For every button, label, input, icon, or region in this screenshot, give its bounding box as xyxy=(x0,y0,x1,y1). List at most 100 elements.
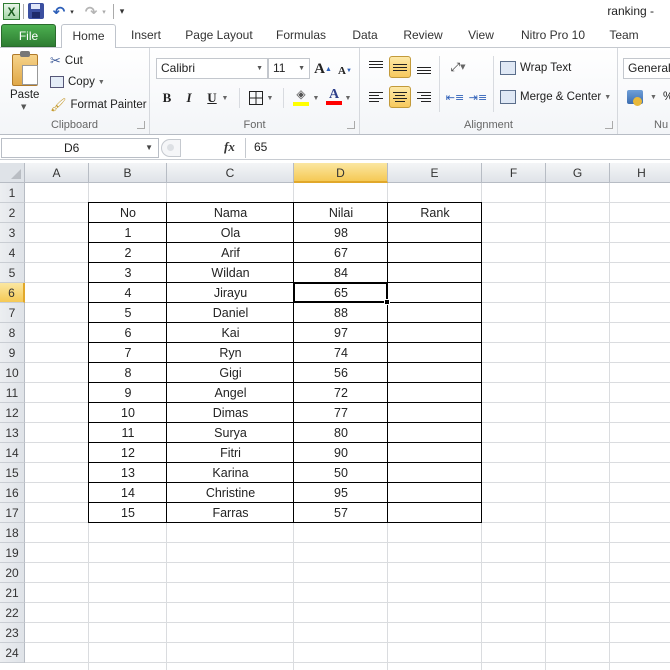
cell-rank[interactable] xyxy=(388,503,482,523)
cell-nama[interactable]: Arif xyxy=(167,243,294,263)
row-header-7[interactable]: 7 xyxy=(0,303,25,323)
row-header-21[interactable]: 21 xyxy=(0,583,25,603)
column-header-g[interactable]: G xyxy=(546,163,610,183)
cell-nilai[interactable]: 88 xyxy=(294,303,388,323)
cell-nama[interactable]: Christine xyxy=(167,483,294,503)
align-top-button[interactable] xyxy=(365,56,387,78)
bold-button[interactable]: B xyxy=(157,88,177,108)
italic-button[interactable]: I xyxy=(179,88,199,108)
column-header-a[interactable]: A xyxy=(25,163,89,183)
cell-nilai[interactable]: 50 xyxy=(294,463,388,483)
shrink-font-button[interactable]: A ▼ xyxy=(335,61,355,81)
row-header-8[interactable]: 8 xyxy=(0,323,25,343)
row-header-14[interactable]: 14 xyxy=(0,443,25,463)
cell-no[interactable]: 6 xyxy=(89,323,167,343)
cell-nama[interactable]: Surya xyxy=(167,423,294,443)
tab-team[interactable]: Team xyxy=(604,24,644,48)
cell-no[interactable]: 3 xyxy=(89,263,167,283)
merge-dropdown-icon[interactable]: ▼ xyxy=(604,94,611,101)
cell-rank[interactable] xyxy=(388,403,482,423)
fill-color-dropdown-icon[interactable]: ▼ xyxy=(311,88,321,108)
font-launcher-icon[interactable] xyxy=(347,121,355,129)
insert-function-icon[interactable]: fx xyxy=(224,139,235,155)
cell-nilai[interactable]: 77 xyxy=(294,403,388,423)
table-header-nilai[interactable]: Nilai xyxy=(294,203,388,223)
cell-rank[interactable] xyxy=(388,383,482,403)
chevron-down-icon[interactable]: ▼ xyxy=(145,139,153,157)
tab-data[interactable]: Data xyxy=(345,24,385,48)
cell-no[interactable]: 2 xyxy=(89,243,167,263)
table-header-no[interactable]: No xyxy=(89,203,167,223)
cell-nama[interactable]: Fitri xyxy=(167,443,294,463)
format-painter-button[interactable]: 🖌 Format Painter xyxy=(50,97,147,113)
copy-dropdown-icon[interactable]: ▼ xyxy=(98,79,105,86)
tab-home[interactable]: Home xyxy=(61,24,116,49)
align-middle-button[interactable] xyxy=(389,56,411,78)
row-header-12[interactable]: 12 xyxy=(0,403,25,423)
redo-icon[interactable]: ↷ xyxy=(84,3,98,21)
cell-no[interactable]: 5 xyxy=(89,303,167,323)
spreadsheet-grid[interactable]: A B C D E F G H 1 2 3 4 5 6 7 8 9 10 11 12 13 14 15 16 17 18 19 20 2… xyxy=(0,163,670,670)
row-header-4[interactable]: 4 xyxy=(0,243,25,263)
row-header-3[interactable]: 3 xyxy=(0,223,25,243)
cell-nama[interactable]: Karina xyxy=(167,463,294,483)
name-box[interactable]: D6 ▼ xyxy=(1,138,159,158)
grow-font-button[interactable]: A ▲ xyxy=(313,59,333,79)
cell-nama[interactable]: Gigi xyxy=(167,363,294,383)
cell-rank[interactable] xyxy=(388,363,482,383)
cell-nilai[interactable]: 98 xyxy=(294,223,388,243)
cell-rank[interactable] xyxy=(388,303,482,323)
cell-rank[interactable] xyxy=(388,243,482,263)
cell-rank[interactable] xyxy=(388,423,482,443)
row-header-23[interactable]: 23 xyxy=(0,623,25,643)
align-bottom-button[interactable] xyxy=(413,56,435,78)
row-header-2[interactable]: 2 xyxy=(0,203,25,223)
fill-color-button[interactable]: ◈ xyxy=(291,86,311,106)
cell-nilai[interactable]: 97 xyxy=(294,323,388,343)
row-header-1[interactable]: 1 xyxy=(0,183,25,203)
cell-nama[interactable]: Angel xyxy=(167,383,294,403)
cell-rank[interactable] xyxy=(388,443,482,463)
row-header-15[interactable]: 15 xyxy=(0,463,25,483)
row-header-18[interactable]: 18 xyxy=(0,523,25,543)
tab-review[interactable]: Review xyxy=(398,24,448,48)
cell-rank[interactable] xyxy=(388,223,482,243)
font-color-button[interactable]: A xyxy=(324,86,344,106)
row-header-6[interactable]: 6 xyxy=(0,283,25,303)
cell-no[interactable]: 7 xyxy=(89,343,167,363)
column-header-b[interactable]: B xyxy=(89,163,167,183)
column-header-d[interactable]: D xyxy=(294,163,388,183)
cell-rank[interactable] xyxy=(388,483,482,503)
cell-rank[interactable] xyxy=(388,343,482,363)
cut-button[interactable]: ✂ Cut xyxy=(50,53,83,69)
align-center-button[interactable] xyxy=(389,86,411,108)
cell-rank[interactable] xyxy=(388,263,482,283)
tab-file[interactable]: File xyxy=(1,24,56,47)
accounting-dropdown-icon[interactable]: ▼ xyxy=(650,94,657,101)
cell-nilai[interactable]: 90 xyxy=(294,443,388,463)
fill-handle[interactable] xyxy=(384,299,390,305)
borders-dropdown-icon[interactable]: ▼ xyxy=(265,88,275,108)
align-left-button[interactable] xyxy=(365,86,387,108)
cell-rank[interactable] xyxy=(388,283,482,303)
number-format-select[interactable]: General xyxy=(623,58,670,79)
font-size-select[interactable]: 11 ▼ xyxy=(268,58,310,79)
cell-nilai[interactable]: 84 xyxy=(294,263,388,283)
redo-dropdown-icon[interactable]: ▾ xyxy=(100,3,108,20)
cell-rank[interactable] xyxy=(388,463,482,483)
percent-style-button[interactable]: % xyxy=(663,91,670,103)
row-header-5[interactable]: 5 xyxy=(0,263,25,283)
decrease-indent-button[interactable]: ⇤≡ xyxy=(444,86,466,108)
cell-nama[interactable]: Ryn xyxy=(167,343,294,363)
cell-no[interactable]: 12 xyxy=(89,443,167,463)
cell-nama[interactable]: Jirayu xyxy=(167,283,294,303)
row-header-16[interactable]: 16 xyxy=(0,483,25,503)
customize-quick-access-icon[interactable]: ▾ xyxy=(117,3,127,20)
row-header-9[interactable]: 9 xyxy=(0,343,25,363)
tab-page-layout[interactable]: Page Layout xyxy=(178,24,260,48)
cell-no[interactable]: 11 xyxy=(89,423,167,443)
cell-nama[interactable]: Dimas xyxy=(167,403,294,423)
cell-nilai[interactable]: 95 xyxy=(294,483,388,503)
tab-insert[interactable]: Insert xyxy=(122,24,170,48)
cell-no[interactable]: 10 xyxy=(89,403,167,423)
